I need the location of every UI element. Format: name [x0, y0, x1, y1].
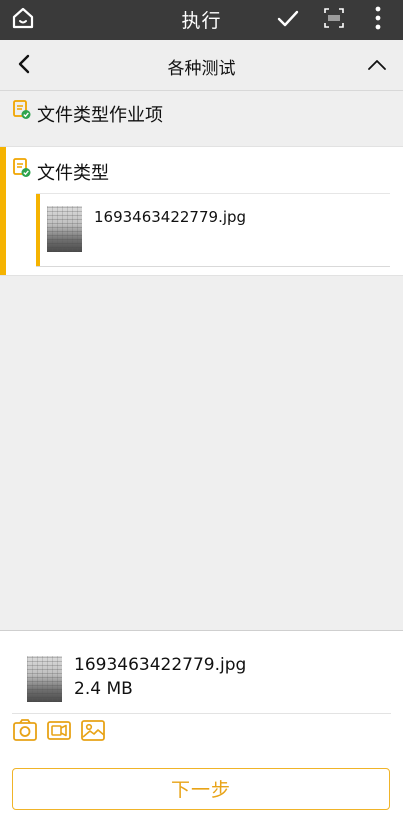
selected-file-name: 1693463422779.jpg [74, 655, 247, 675]
section-title: 各种测试 [167, 59, 236, 79]
check-icon[interactable] [276, 7, 300, 31]
camera-icon[interactable] [12, 717, 38, 743]
more-vertical-icon[interactable] [366, 4, 390, 34]
document-check-icon [13, 158, 31, 177]
active-indicator [0, 147, 6, 275]
sub-header: 各种测试 [0, 40, 403, 91]
file-name: 1693463422779.jpg [94, 208, 247, 226]
next-step-button[interactable]: 下一步 [12, 768, 390, 810]
bottom-panel: 1693463422779.jpg 2.4 MB 下一步 [0, 630, 403, 819]
task-item[interactable]: 文件类型作业项 [0, 91, 403, 135]
top-app-bar: 执行 [0, 0, 403, 40]
selected-file-thumbnail[interactable] [27, 656, 62, 702]
barcode-scan-icon[interactable] [322, 6, 346, 30]
file-item-accent [36, 194, 40, 266]
section-label: 文件类型 [37, 163, 109, 184]
task-item-label: 文件类型作业项 [37, 105, 163, 126]
selected-file-size: 2.4 MB [74, 679, 133, 699]
document-check-icon [13, 100, 31, 119]
file-list-item[interactable]: 1693463422779.jpg [36, 193, 390, 267]
divider [12, 713, 391, 714]
file-thumbnail[interactable] [47, 206, 82, 252]
video-icon[interactable] [46, 717, 72, 743]
collapse-up-icon[interactable] [366, 54, 388, 76]
file-type-section: 文件类型 1693463422779.jpg [0, 146, 403, 276]
image-icon[interactable] [80, 717, 106, 743]
